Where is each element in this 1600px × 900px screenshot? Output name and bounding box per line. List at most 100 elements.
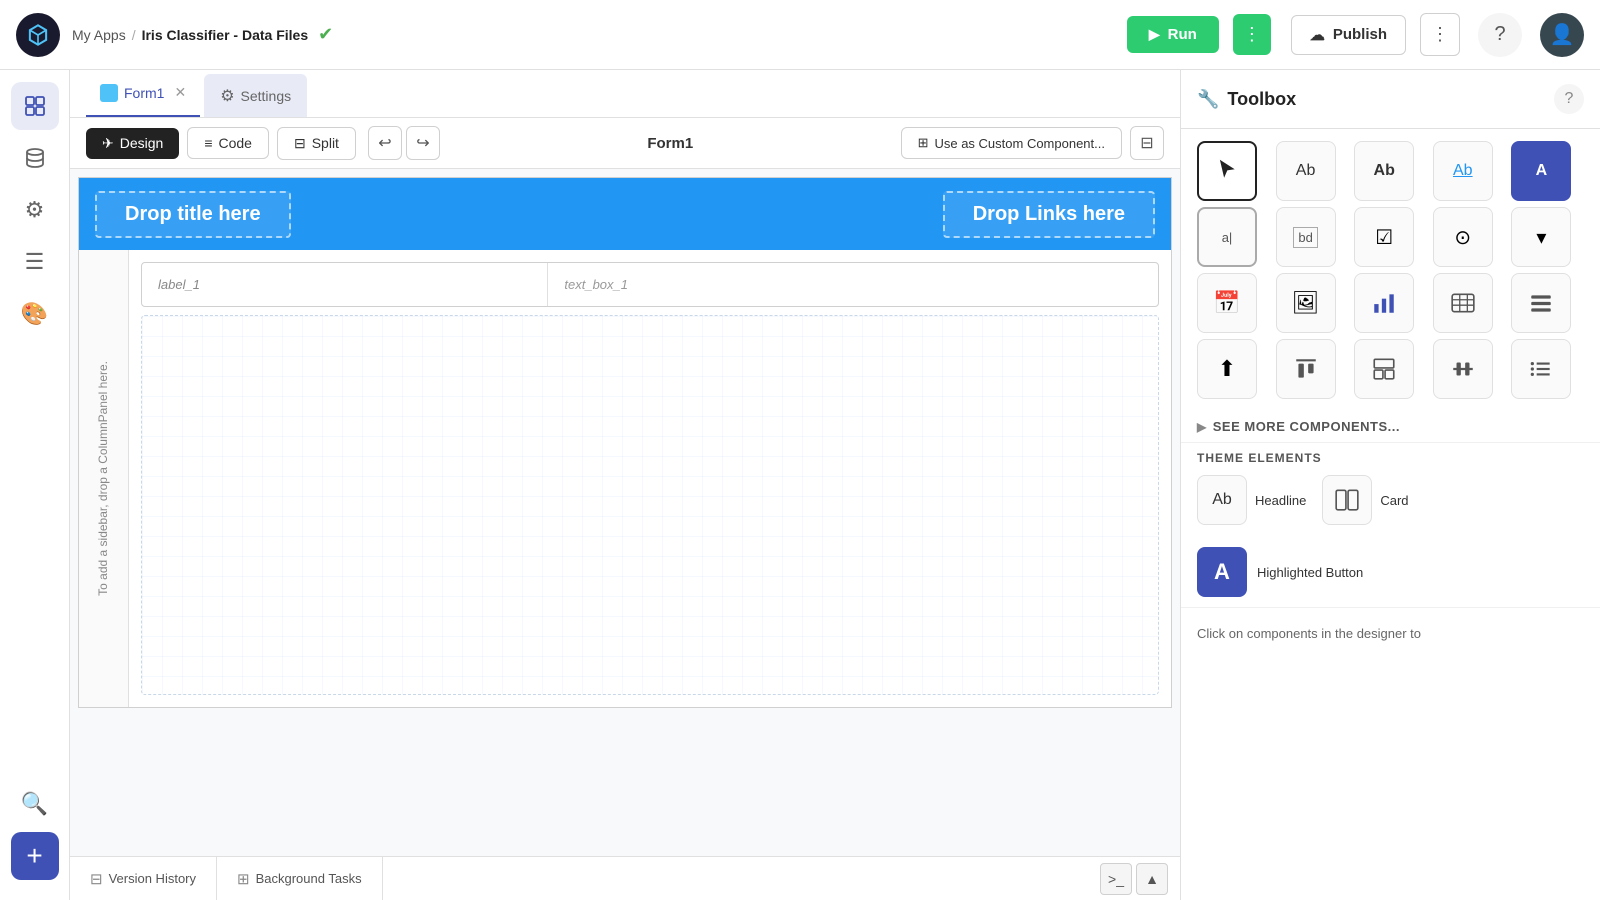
form-row: label_1 text_box_1 — [141, 262, 1159, 307]
tab-settings[interactable]: ⚙ Settings — [204, 74, 307, 117]
sidebar-add-button[interactable]: + — [11, 832, 59, 880]
main-layout: ⚙ ☰ 🎨 🔍 + Form1 ✕ ⚙ Settings ✈ Design — [0, 70, 1600, 900]
nav-drop-title[interactable]: Drop title here — [95, 191, 291, 238]
publish-more-button[interactable]: ⋮ — [1420, 13, 1460, 56]
tool-label[interactable]: Ab — [1276, 141, 1336, 201]
tool-spacer-h[interactable] — [1433, 339, 1493, 399]
see-more-components[interactable]: ▶ SEE MORE COMPONENTS... — [1181, 411, 1600, 442]
app-logo[interactable] — [16, 13, 60, 57]
textbox-1-text: text_box_1 — [564, 277, 628, 292]
publish-cloud-icon: ☁ — [1310, 26, 1325, 44]
designer-area: Drop title here Drop Links here To add a… — [70, 169, 1180, 856]
tool-button[interactable]: A — [1511, 141, 1571, 201]
tool-upload[interactable]: ⬆ — [1197, 339, 1257, 399]
tool-dropdown[interactable]: ▾ — [1511, 207, 1571, 267]
sidebar-panel-text: To add a sidebar, drop a ColumnPanel her… — [95, 361, 112, 596]
toolbox-wrench-icon: 🔧 — [1197, 89, 1219, 110]
tool-radio[interactable]: ⊙ — [1433, 207, 1493, 267]
tool-input-small[interactable]: a| — [1197, 207, 1257, 267]
see-more-arrow-icon: ▶ — [1197, 420, 1207, 434]
split-icon: ⊟ — [294, 135, 306, 152]
layout-toggle-button[interactable]: ⊟ — [1130, 126, 1164, 160]
theme-item-headline[interactable]: Ab Headline — [1197, 475, 1306, 525]
toolbox-grid: Ab Ab Ab A a| bd ☑ ⊙ ▾ 📅 🖼 — [1181, 129, 1600, 411]
background-tasks-icon: ⊞ — [237, 870, 250, 888]
status-check-icon: ✔ — [318, 24, 333, 45]
bottom-bar: ⊟ Version History ⊞ Background Tasks >_ … — [70, 856, 1180, 900]
form-content: label_1 text_box_1 — [129, 250, 1171, 707]
custom-component-button[interactable]: ⊞ Use as Custom Component... — [901, 127, 1122, 159]
drop-zone-grid[interactable] — [141, 315, 1159, 695]
theme-section-title: THEME ELEMENTS — [1197, 451, 1584, 465]
nav-drop-links[interactable]: Drop Links here — [943, 191, 1155, 238]
tool-list[interactable] — [1511, 339, 1571, 399]
form-canvas[interactable]: Drop title here Drop Links here To add a… — [70, 169, 1180, 856]
tool-bar-chart[interactable] — [1354, 273, 1414, 333]
sidebar-theme-icon[interactable]: 🎨 — [11, 290, 59, 338]
bottom-spacer — [383, 857, 1088, 900]
project-name[interactable]: Iris Classifier - Data Files — [142, 27, 309, 43]
card-icon — [1322, 475, 1372, 525]
settings-tab-icon: ⚙ — [220, 86, 234, 106]
split-button[interactable]: ⊟ Split — [277, 127, 356, 160]
center-content: Form1 ✕ ⚙ Settings ✈ Design ≡ Code ⊟ Spl… — [70, 70, 1180, 900]
card-label: Card — [1380, 493, 1408, 508]
tool-table[interactable] — [1433, 273, 1493, 333]
collapse-button[interactable]: ▲ — [1136, 863, 1168, 895]
tool-input-bd[interactable]: bd — [1276, 207, 1336, 267]
sidebar-search-icon[interactable]: 🔍 — [11, 780, 59, 828]
sidebar-data-icon[interactable] — [11, 134, 59, 182]
right-panel: 🔧 Toolbox ? Ab Ab Ab A a| — [1180, 70, 1600, 900]
design-button[interactable]: ✈ Design — [86, 128, 179, 159]
version-history-icon: ⊟ — [90, 870, 103, 888]
background-tasks-tab[interactable]: ⊞ Background Tasks — [217, 857, 383, 900]
background-tasks-label: Background Tasks — [256, 871, 362, 886]
tool-text-link[interactable]: Ab — [1433, 141, 1493, 201]
click-hint: Click on components in the designer to — [1181, 607, 1600, 660]
settings-tab-label: Settings — [241, 88, 292, 104]
code-icon: ≡ — [204, 135, 212, 151]
form1-tab-label: Form1 — [124, 85, 164, 101]
form-sidebar-panel[interactable]: To add a sidebar, drop a ColumnPanel her… — [79, 250, 129, 707]
label-1-text: label_1 — [158, 277, 200, 292]
run-more-button[interactable]: ⋮ — [1233, 14, 1271, 55]
run-label: Run — [1168, 26, 1197, 43]
run-button[interactable]: ▶ Run — [1127, 16, 1219, 53]
form-title: Form1 — [448, 135, 893, 152]
tool-form[interactable] — [1511, 273, 1571, 333]
publish-button[interactable]: ☁ Publish — [1291, 15, 1406, 55]
user-avatar[interactable]: 👤 — [1540, 13, 1584, 57]
sidebar-settings-icon[interactable]: ⚙ — [11, 186, 59, 234]
form-input-cell[interactable]: text_box_1 — [548, 263, 1158, 306]
tab-bar: Form1 ✕ ⚙ Settings — [70, 70, 1180, 118]
nav-bar[interactable]: Drop title here Drop Links here — [79, 178, 1171, 250]
breadcrumb: My Apps / Iris Classifier - Data Files ✔ — [72, 24, 333, 45]
breadcrumb-separator: / — [132, 27, 136, 43]
tool-align-top[interactable] — [1276, 339, 1336, 399]
highlighted-button-item[interactable]: A Highlighted Button — [1181, 537, 1600, 607]
redo-button[interactable]: ↪ — [406, 126, 440, 160]
toolbox-help-button[interactable]: ? — [1554, 84, 1584, 114]
tool-checkbox[interactable]: ☑ — [1354, 207, 1414, 267]
tool-text-bold[interactable]: Ab — [1354, 141, 1414, 201]
code-button[interactable]: ≡ Code — [187, 127, 269, 159]
terminal-button[interactable]: >_ — [1100, 863, 1132, 895]
publish-label: Publish — [1333, 26, 1387, 43]
tool-cursor[interactable] — [1197, 141, 1257, 201]
tool-layout[interactable] — [1354, 339, 1414, 399]
tool-image[interactable]: 🖼 — [1276, 273, 1336, 333]
tab-form1[interactable]: Form1 ✕ — [86, 70, 200, 117]
help-button[interactable]: ? — [1478, 13, 1522, 57]
sidebar-list-icon[interactable]: ☰ — [11, 238, 59, 286]
left-sidebar: ⚙ ☰ 🎨 🔍 + — [0, 70, 70, 900]
theme-items: Ab Headline Card — [1197, 475, 1584, 525]
app-link[interactable]: My Apps — [72, 27, 126, 43]
version-history-tab[interactable]: ⊟ Version History — [70, 857, 217, 900]
headline-icon: Ab — [1197, 475, 1247, 525]
form1-tab-close[interactable]: ✕ — [174, 84, 186, 101]
topbar: My Apps / Iris Classifier - Data Files ✔… — [0, 0, 1600, 70]
tool-calendar[interactable]: 📅 — [1197, 273, 1257, 333]
undo-button[interactable]: ↩ — [368, 126, 402, 160]
theme-item-card[interactable]: Card — [1322, 475, 1408, 525]
sidebar-designer-icon[interactable] — [11, 82, 59, 130]
